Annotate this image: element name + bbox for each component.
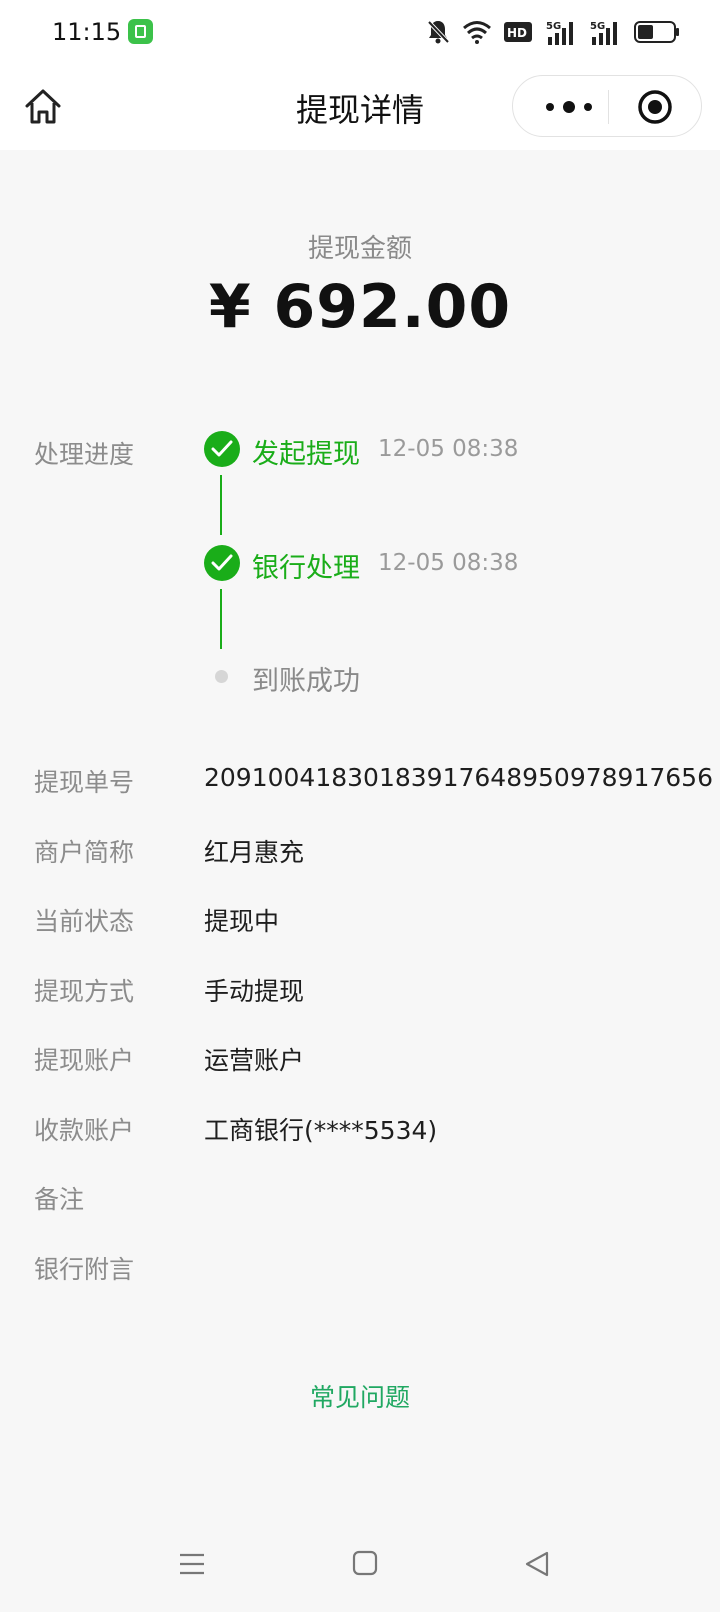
detail-label: 银行附言 <box>34 1255 135 1284</box>
detail-label: 当前状态 <box>34 907 135 936</box>
faq-link[interactable]: 常见问题 <box>0 1378 720 1414</box>
step-pending-dot <box>215 670 228 683</box>
step-time: 12-05 08:38 <box>378 436 519 462</box>
step-done-icon <box>204 431 240 467</box>
amount-label: 提现金额 <box>307 234 412 264</box>
detail-value: 工商银行(****5534) <box>204 1116 438 1145</box>
step-connector <box>220 475 222 535</box>
mini-program-capsule <box>512 75 702 137</box>
detail-label: 商户简称 <box>34 838 135 867</box>
detail-label: 备注 <box>34 1185 85 1214</box>
detail-value: 运营账户 <box>204 1046 305 1075</box>
back-triangle-icon[interactable] <box>524 1550 550 1578</box>
amount-value: ¥ 692.00 <box>208 272 512 342</box>
detail-value: 209100418301839176489509789176​56 <box>204 763 713 792</box>
step-name: 发起提现 <box>252 439 360 470</box>
notifications-off-icon <box>427 20 450 44</box>
capsule-divider <box>608 90 609 124</box>
detail-value: 提现中 <box>204 907 280 936</box>
svg-text:5G: 5G <box>546 21 561 32</box>
system-nav-bar <box>0 1520 720 1612</box>
step-done-icon <box>204 545 240 581</box>
home-square-icon[interactable] <box>352 1550 378 1576</box>
detail-label: 提现账户 <box>34 1046 135 1075</box>
wifi-icon <box>463 21 491 44</box>
step-time: 12-05 08:38 <box>378 550 519 576</box>
step-name: 到账成功 <box>252 666 360 697</box>
svg-text:HD: HD <box>507 26 527 40</box>
step-name: 银行处理 <box>252 553 360 584</box>
detail-value: 红月惠充 <box>204 838 305 867</box>
signal-5g-icon: 5G <box>546 21 573 45</box>
signal-5g-icon: 5G <box>590 21 617 45</box>
step-connector <box>220 589 222 649</box>
battery-icon <box>634 21 679 43</box>
progress-label: 处理进度 <box>34 440 135 469</box>
status-icons: HD 5G 5G <box>426 18 680 46</box>
detail-label: 提现单号 <box>34 768 135 797</box>
target-circle-icon[interactable] <box>637 89 673 125</box>
detail-label: 收款账户 <box>34 1116 135 1145</box>
app-notification-icon <box>128 19 153 44</box>
hd-icon: HD <box>504 22 532 42</box>
more-dots-icon[interactable] <box>537 92 603 122</box>
status-time: 11:15 <box>52 18 122 46</box>
top-bar: 11:15 HD 5G 5G 提现详情 <box>0 0 720 150</box>
detail-value: 手动提现 <box>204 977 305 1006</box>
menu-icon[interactable] <box>178 1552 206 1576</box>
detail-label: 提现方式 <box>34 977 135 1006</box>
svg-text:5G: 5G <box>590 21 605 32</box>
